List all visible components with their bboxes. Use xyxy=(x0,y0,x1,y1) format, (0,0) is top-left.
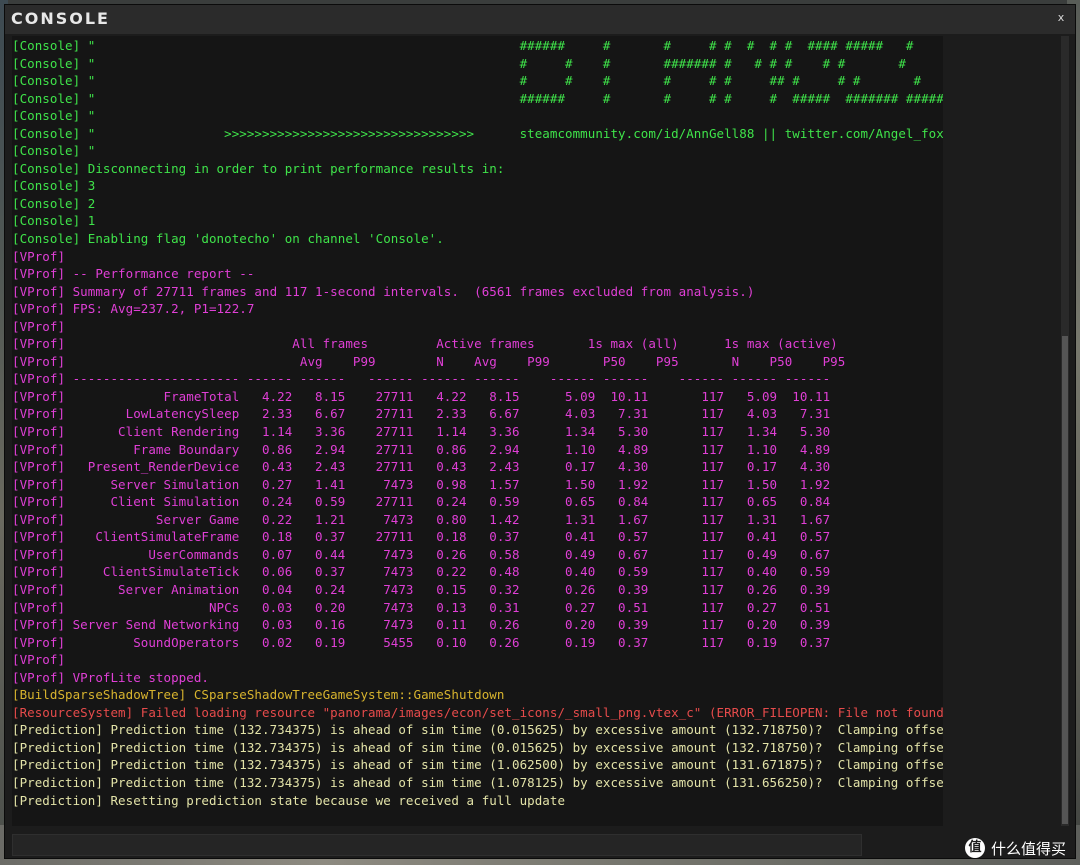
close-button[interactable]: x xyxy=(1053,10,1069,26)
log-line: [Console] " # # # ####### # # # # # # # xyxy=(12,55,906,71)
log-line: [VProf] -- Performance report -- xyxy=(12,266,255,282)
log-lines: [Console] " ###### # # # # # # # #### ##… xyxy=(12,37,943,809)
log-line: [Console] " ###### # # # # # ##### #####… xyxy=(12,90,943,106)
log-line: [Prediction] Prediction time (132.734375… xyxy=(12,739,943,755)
scrollbar[interactable] xyxy=(1061,36,1069,826)
log-line: [ResourceSystem] Failed loading resource… xyxy=(12,704,943,720)
log-line: [VProf] Client Rendering 1.14 3.36 27711… xyxy=(12,424,831,440)
console-window: CONSOLE x [Console] " ###### # # # # # #… xyxy=(5,5,1075,858)
log-line: [Prediction] Prediction time (132.734375… xyxy=(12,722,943,738)
log-line: [VProf] Summary of 27711 frames and 117 … xyxy=(12,283,755,299)
log-line: [Console] " # # # # # # ## # # # # xyxy=(12,73,922,89)
log-line: [VProf] ---------------------- ------ --… xyxy=(12,371,831,387)
log-line: [Console] 1 xyxy=(12,213,96,229)
log-line: [VProf] xyxy=(12,248,66,264)
log-line: [BuildSparseShadowTree] CSparseShadowTre… xyxy=(12,687,505,703)
window-title: CONSOLE xyxy=(11,9,110,28)
log-line: [VProf] Server Animation 0.04 0.24 7473 … xyxy=(12,581,831,597)
log-line: [Console] Enabling flag 'donotecho' on c… xyxy=(12,231,444,247)
log-line: [VProf] SoundOperators 0.02 0.19 5455 0.… xyxy=(12,634,831,650)
watermark-text: 什么值得买 xyxy=(990,839,1066,858)
log-line: [VProf] Server Send Networking 0.03 0.16… xyxy=(12,617,831,633)
log-line: [VProf] Server Game 0.22 1.21 7473 0.80 … xyxy=(12,511,831,527)
title-bar[interactable]: CONSOLE x xyxy=(5,5,1075,34)
log-line: [Prediction] Prediction time (132.734375… xyxy=(12,757,943,773)
log-line: [VProf] NPCs 0.03 0.20 7473 0.13 0.31 0.… xyxy=(12,599,831,615)
log-line: [VProf] All frames Active frames 1s max … xyxy=(12,336,838,352)
log-line: [Console] " xyxy=(12,143,96,159)
log-line: [VProf] FPS: Avg=237.2, P1=122.7 xyxy=(12,301,255,317)
log-line: [VProf] FrameTotal 4.22 8.15 27711 4.22 … xyxy=(12,388,831,404)
log-line: [VProf] Client Simulation 0.24 0.59 2771… xyxy=(12,494,831,510)
console-log[interactable]: [Console] " ###### # # # # # # # #### ##… xyxy=(12,36,943,826)
watermark: 值 什么值得买 xyxy=(964,837,1066,859)
command-row xyxy=(12,830,1062,858)
log-line: [VProf] xyxy=(12,318,66,334)
log-line: [Console] " xyxy=(12,108,96,124)
log-line: [VProf] LowLatencySleep 2.33 6.67 27711 … xyxy=(12,406,831,422)
log-line: [VProf] UserCommands 0.07 0.44 7473 0.26… xyxy=(12,546,831,562)
log-line: [Console] 3 xyxy=(12,178,96,194)
log-line: [Prediction] Resetting prediction state … xyxy=(12,792,566,808)
command-input[interactable] xyxy=(12,834,862,856)
log-line: [VProf] ClientSimulateTick 0.06 0.37 747… xyxy=(12,564,831,580)
log-line: [VProf] ClientSimulateFrame 0.18 0.37 27… xyxy=(12,529,831,545)
log-line: [Console] " >>>>>>>>>>>>>>>>>>>>>>>>>>>>… xyxy=(12,125,943,141)
log-line: [VProf] xyxy=(12,652,66,668)
watermark-logo: 值 xyxy=(964,838,985,858)
log-line: [Console] 2 xyxy=(12,195,96,211)
log-line: [Console] " ###### # # # # # # # #### ##… xyxy=(12,38,914,53)
scrollbar-thumb[interactable] xyxy=(1062,336,1068,824)
log-line: [Prediction] Prediction time (132.734375… xyxy=(12,774,943,790)
log-line: [Console] Disconnecting in order to prin… xyxy=(12,160,505,176)
log-line: [VProf] VProfLite stopped. xyxy=(12,669,209,685)
log-line: [VProf] Present_RenderDevice 0.43 2.43 2… xyxy=(12,459,831,475)
log-line: [VProf] Avg P99 N Avg P99 P50 P95 N P50 … xyxy=(12,353,846,369)
log-line: [VProf] Server Simulation 0.27 1.41 7473… xyxy=(12,476,831,492)
log-line: [VProf] Frame Boundary 0.86 2.94 27711 0… xyxy=(12,441,831,457)
